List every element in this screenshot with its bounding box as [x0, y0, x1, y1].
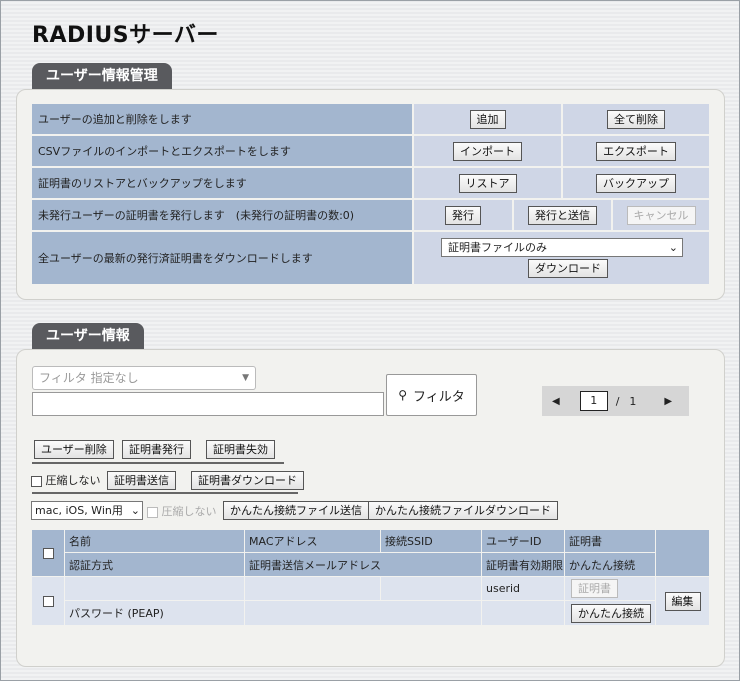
section-tab-user-management: ユーザー情報管理 — [32, 63, 172, 89]
mgmt-label: 未発行ユーザーの証明書を発行します (未発行の証明書の数:0) — [32, 200, 412, 230]
delete-user-button[interactable]: ユーザー削除 — [34, 440, 114, 459]
col-expiry: 証明書有効期限 — [482, 553, 564, 576]
chevron-down-icon: ⌄ — [668, 241, 678, 254]
no-compress-checkbox[interactable]: 圧縮しない — [31, 472, 101, 488]
delete-all-button[interactable]: 全て削除 — [607, 109, 665, 129]
download-cert-button[interactable]: 証明書ダウンロード — [191, 471, 304, 490]
cell-expiry — [482, 601, 564, 625]
filter-select[interactable]: フィルタ 指定なし ▼ — [32, 366, 256, 390]
mgmt-row-csv: CSVファイルのインポートとエクスポートをします インポート エクスポート — [32, 136, 709, 166]
next-page-icon[interactable]: ▶ — [664, 396, 672, 407]
caret-down-icon: ▼ — [242, 373, 249, 383]
cert-button[interactable]: 証明書 — [571, 579, 618, 598]
mgmt-label: 全ユーザーの最新の発行済証明書をダウンロードします — [32, 232, 412, 284]
cell-ssid — [381, 577, 481, 600]
mgmt-label: 証明書のリストアとバックアップをします — [32, 168, 412, 198]
col-auth: 認証方式 — [65, 553, 244, 576]
page-separator: / — [615, 394, 620, 408]
cell-action: 編集 — [656, 577, 709, 625]
page-input[interactable]: 1 — [579, 391, 608, 411]
row-select-cell — [32, 577, 64, 625]
download-easy-connect-button[interactable]: かんたん接続ファイルダウンロード — [368, 501, 558, 520]
cancel-button[interactable]: キャンセル — [626, 205, 696, 225]
col-mac: MACアドレス — [245, 530, 380, 552]
backup-button[interactable]: バックアップ — [596, 173, 676, 193]
restore-button[interactable]: リストア — [458, 173, 517, 193]
mgmt-row-restore-backup: 証明書のリストアとバックアップをします リストア バックアップ — [32, 168, 709, 198]
cell-name — [65, 577, 244, 600]
mgmt-row-add-delete: ユーザーの追加と削除をします 追加 全て削除 — [32, 104, 709, 134]
col-mail: 証明書送信メールアドレス — [245, 553, 481, 576]
mgmt-row-issue: 未発行ユーザーの証明書を発行します (未発行の証明書の数:0) 発行 発行と送信… — [32, 200, 709, 230]
col-name: 名前 — [65, 530, 244, 552]
os-select[interactable]: mac, iOS, Win用 ⌄ — [31, 501, 143, 520]
issue-cert-button[interactable]: 証明書発行 — [122, 440, 191, 459]
export-button[interactable]: エクスポート — [596, 141, 676, 161]
divider — [32, 492, 298, 494]
users-table: 名前 MACアドレス 接続SSID ユーザーID 証明書 認証方式 証明書送信メ… — [32, 530, 709, 625]
select-all-checkbox[interactable] — [42, 547, 54, 559]
section-tab-user-info: ユーザー情報 — [32, 323, 144, 349]
no-compress-checkbox-disabled: 圧縮しない — [147, 503, 217, 519]
cell-auth: パスワード (PEAP) — [65, 601, 244, 625]
mgmt-row-download: 全ユーザーの最新の発行済証明書をダウンロードします 証明書ファイルのみ ⌄ ダウ… — [32, 232, 709, 284]
easy-connect-button[interactable]: かんたん接続 — [571, 603, 651, 623]
pager: ◀ 1 / 1 ▶ — [542, 386, 689, 416]
chevron-down-icon: ⌄ — [130, 504, 140, 517]
cell-userid: userid — [482, 577, 564, 600]
send-easy-connect-button[interactable]: かんたん接続ファイル送信 — [223, 501, 369, 520]
management-table: ユーザーの追加と削除をします 追加 全て削除 CSVファイルのインポートとエクス… — [32, 104, 709, 284]
cell-mail — [245, 601, 481, 625]
row-checkbox[interactable] — [42, 595, 54, 607]
add-button[interactable]: 追加 — [469, 109, 506, 129]
import-button[interactable]: インポート — [453, 141, 522, 161]
cert-file-select[interactable]: 証明書ファイルのみ ⌄ — [441, 238, 683, 257]
download-button[interactable]: ダウンロード — [528, 259, 608, 278]
col-easy: かんたん接続 — [565, 553, 655, 576]
filter-input[interactable] — [32, 392, 384, 416]
page-title: RADIUSサーバー — [32, 23, 219, 48]
filter-button[interactable]: ⚲ フィルタ — [386, 374, 477, 416]
checkbox[interactable] — [31, 475, 42, 487]
edit-button[interactable]: 編集 — [664, 591, 701, 611]
select-all-cell — [32, 530, 64, 576]
prev-page-icon[interactable]: ◀ — [552, 396, 560, 407]
cell-mac — [245, 577, 380, 600]
search-icon: ⚲ — [398, 388, 408, 402]
col-cert: 証明書 — [565, 530, 655, 552]
total-pages: 1 — [629, 394, 637, 408]
issue-button[interactable]: 発行 — [445, 205, 481, 225]
cell-easy: かんたん接続 — [565, 601, 655, 625]
cell-cert: 証明書 — [565, 577, 655, 600]
checkbox — [147, 506, 158, 518]
mgmt-label: ユーザーの追加と削除をします — [32, 104, 412, 134]
issue-and-send-button[interactable]: 発行と送信 — [528, 205, 597, 225]
revoke-cert-button[interactable]: 証明書失効 — [206, 440, 275, 459]
send-cert-button[interactable]: 証明書送信 — [107, 471, 176, 490]
divider — [32, 462, 284, 464]
col-action — [656, 530, 709, 576]
col-userid: ユーザーID — [482, 530, 564, 552]
col-ssid: 接続SSID — [381, 530, 481, 552]
mgmt-label: CSVファイルのインポートとエクスポートをします — [32, 136, 412, 166]
